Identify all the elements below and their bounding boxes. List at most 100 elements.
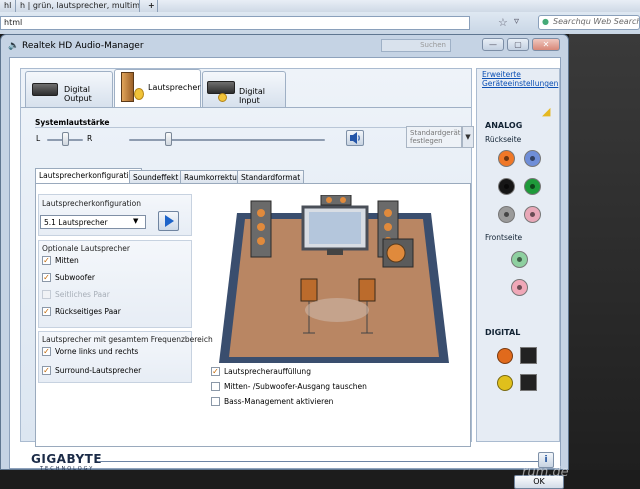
gigabyte-logo: GIGABYTE xyxy=(31,452,103,466)
search-engine-icon: ● xyxy=(542,17,549,26)
speaker-icon: 🔈 xyxy=(8,41,20,51)
audio-jack[interactable] xyxy=(498,150,515,167)
audio-jack[interactable] xyxy=(524,206,541,223)
checkbox[interactable] xyxy=(211,382,220,391)
play-icon xyxy=(165,215,174,227)
browser-tab-active[interactable]: h | grün, lautsprecher, multimedia... xyxy=(16,0,140,12)
checkbox[interactable]: ✓ xyxy=(42,307,51,316)
speaker-config-select[interactable]: 5.1 Lautsprecher xyxy=(40,215,146,229)
bottom-option-label: Lautsprecherauffüllung xyxy=(224,367,311,376)
advanced-settings-link[interactable]: Erweiterte Geräteeinstellungen xyxy=(482,70,560,88)
rear-panel-label: Rückseite xyxy=(485,135,522,144)
checkbox[interactable]: ✓ xyxy=(42,366,51,375)
checkbox[interactable]: ✓ xyxy=(42,273,51,282)
tab-label: Digital Input xyxy=(239,87,265,105)
minimize-button[interactable]: — xyxy=(482,38,504,51)
fullrange-label: Surround-Lautsprecher xyxy=(55,366,142,375)
screen-stand xyxy=(327,249,343,255)
checkbox xyxy=(42,290,51,299)
fullrange-label: Vorne links und rechts xyxy=(55,347,139,356)
background-page xyxy=(569,34,640,470)
front-panel-label: Frontseite xyxy=(485,233,523,242)
tab-raumkorrektur[interactable]: Raumkorrektur xyxy=(180,170,244,183)
fullrange-title: Lautsprecher mit gesamtem Frequenzbereic… xyxy=(42,335,213,344)
mute-button[interactable] xyxy=(346,130,364,146)
tab-label: Lautsprecher xyxy=(148,83,201,92)
checkbox[interactable]: ✓ xyxy=(42,256,51,265)
default-device-dropdown-icon[interactable]: ▼ xyxy=(462,126,474,148)
tab-lautsprecherkonfiguration[interactable]: Lautsprecherkonfiguration xyxy=(35,168,142,184)
audio-jack[interactable] xyxy=(524,178,541,195)
tab-divider xyxy=(21,107,471,108)
master-volume-thumb[interactable] xyxy=(165,132,173,146)
audio-jack[interactable] xyxy=(524,150,541,167)
title-bar[interactable]: 🔈 Realtek HD Audio-Manager Suchen — ▢ ✕ xyxy=(1,35,568,57)
new-tab-button[interactable]: + xyxy=(144,0,158,12)
optional-speaker-label: Seitliches Paar xyxy=(55,290,110,299)
optional-speaker-label: Mitten xyxy=(55,256,79,265)
audio-jack[interactable] xyxy=(498,206,515,223)
tab-label: Digital Output xyxy=(64,85,92,103)
balance-right-label: R xyxy=(87,134,93,143)
tab-lautsprecher[interactable]: Lautsprecher xyxy=(114,69,201,107)
balance-left-label: L xyxy=(36,134,41,143)
rear-left-speaker xyxy=(300,278,318,302)
speaker-cabinet-icon xyxy=(121,72,134,102)
search-input[interactable]: Searchqu Web Search xyxy=(538,15,640,30)
optional-speaker-label: Rückseitiges Paar xyxy=(55,307,121,316)
optical-out-icon[interactable] xyxy=(520,347,537,364)
optional-speakers-title: Optionale Lautsprecher xyxy=(42,244,130,253)
tab-soundeffekt[interactable]: Soundeffekt xyxy=(129,170,183,183)
config-label: Lautsprecherkonfiguration xyxy=(42,199,141,208)
tab-digital-output[interactable]: Digital Output xyxy=(25,71,113,107)
master-volume-track[interactable] xyxy=(129,139,325,141)
fullrange-group: Lautsprecher mit gesamtem Frequenzbereic… xyxy=(38,331,213,383)
center-speaker xyxy=(320,195,352,206)
chevron-down-icon: ▼ xyxy=(133,217,139,225)
bottom-option-label: Bass-Management aktivieren xyxy=(224,397,334,406)
volume-icon xyxy=(350,132,360,144)
browser-tab-strip: hl h | grün, lautsprecher, multimedia...… xyxy=(0,0,640,12)
rear-right-speaker xyxy=(358,278,376,302)
front-audio-jack[interactable] xyxy=(511,279,528,296)
tab-standardformat[interactable]: Standardformat xyxy=(237,170,305,183)
checkbox[interactable]: ✓ xyxy=(42,347,51,356)
maximize-button[interactable]: ▢ xyxy=(507,38,529,51)
audio-jack[interactable] xyxy=(498,178,515,195)
audio-manager-window: 🔈 Realtek HD Audio-Manager Suchen — ▢ ✕ … xyxy=(0,34,569,489)
client-area: Digital Output Lautsprecher Digital Inpu… xyxy=(9,57,564,489)
bookmark-star-icon[interactable]: ☆ xyxy=(498,16,508,29)
folder-icon[interactable]: ◢ xyxy=(542,105,550,118)
tab-digital-input[interactable]: Digital Input xyxy=(202,71,286,107)
balance-slider-thumb[interactable] xyxy=(62,132,69,146)
coaxial-in-jack[interactable] xyxy=(497,375,513,391)
logo-subtitle: TECHNOLOGY xyxy=(40,466,95,472)
coaxial-jack[interactable] xyxy=(497,348,513,364)
window-title: Realtek HD Audio-Manager xyxy=(22,41,144,51)
checkbox[interactable] xyxy=(211,397,220,406)
front-audio-jack[interactable] xyxy=(511,251,528,268)
browser-tab[interactable]: hl xyxy=(0,0,16,12)
digital-label: DIGITAL xyxy=(485,328,521,337)
volume-separator xyxy=(35,127,435,128)
default-device-button[interactable]: Standardgerät festlegen xyxy=(406,126,462,148)
receiver-icon xyxy=(32,83,58,96)
checkmark-badge-icon xyxy=(134,88,144,100)
volume-label: Systemlautstärke xyxy=(35,118,110,127)
optical-in-icon[interactable] xyxy=(520,374,537,391)
speaker-room-visualization xyxy=(219,195,449,363)
close-button[interactable]: ✕ xyxy=(532,38,560,51)
background-search-field: Suchen xyxy=(381,39,451,52)
address-bar[interactable]: html xyxy=(0,16,470,30)
history-dropdown-icon[interactable]: ▿ xyxy=(514,16,519,27)
footer-divider xyxy=(98,461,538,462)
optional-speaker-label: Subwoofer xyxy=(55,273,95,282)
main-panel: Digital Output Lautsprecher Digital Inpu… xyxy=(20,68,474,447)
checkmark-badge-icon xyxy=(218,93,227,102)
watermark: rum.de xyxy=(522,465,569,480)
checkbox[interactable]: ✓ xyxy=(211,367,220,376)
bottom-option-label: Mitten- /Subwoofer-Ausgang tauschen xyxy=(224,382,367,391)
test-play-button[interactable] xyxy=(158,211,179,231)
analog-label: ANALOG xyxy=(485,121,523,130)
listener-spot xyxy=(305,298,369,322)
